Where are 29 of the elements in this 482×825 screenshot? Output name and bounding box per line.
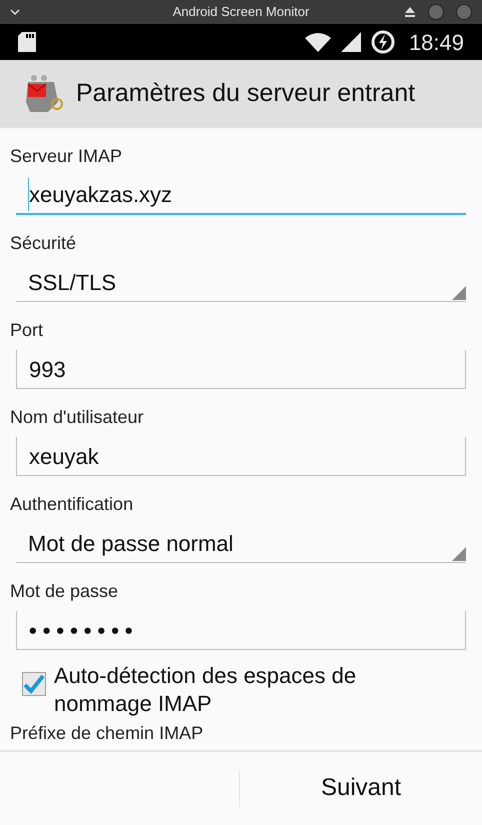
input-field[interactable]: xeuyak [16,437,466,476]
field-label: Port [9,319,44,342]
dropdown[interactable]: Mot de passe normal [16,524,466,563]
input-field[interactable]: xeuyakzas.xyz [16,176,466,215]
input-field[interactable]: •••••••• [16,611,466,650]
dropdown-arrow-icon [452,547,466,561]
checkbox-label[interactable]: Auto-détection des espaces de nommage IMAP [54,662,404,718]
field-label: Sécurité [9,232,76,255]
field-label: Nom d'utilisateur [9,406,144,429]
field-label: Mot de passe [9,580,118,603]
eject-icon[interactable] [404,7,416,17]
field-label: Préfixe de chemin IMAP [10,722,204,744]
window-title: Android Screen Monitor [172,3,310,22]
checkbox[interactable] [22,672,46,696]
signal-icon [340,32,361,52]
chevron-down-icon[interactable] [10,9,20,15]
field-label: Serveur IMAP [9,145,122,168]
robot-mail-icon [24,74,64,114]
field-label: Authentification [9,493,134,516]
clock: 18:49 [408,28,464,56]
input-field[interactable]: 993 [16,350,466,389]
dropdown[interactable]: SSL/TLS [16,263,466,302]
sd-card-icon [18,32,36,52]
close-button[interactable] [456,4,472,20]
screen-title: Paramètres du serveur entrant [76,78,416,110]
wifi-icon [304,32,331,52]
minimize-button[interactable] [428,4,444,20]
dropdown-arrow-icon [452,286,466,300]
battery-charging-icon [370,30,395,54]
